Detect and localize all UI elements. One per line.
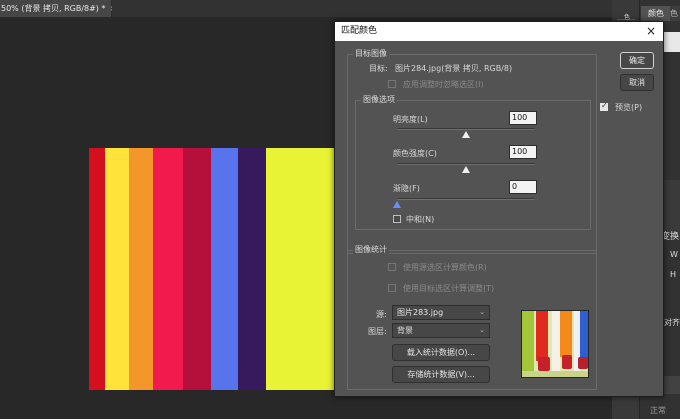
color-stripe bbox=[89, 148, 105, 390]
image-statistics-heading: 图像统计 bbox=[353, 244, 389, 255]
close-icon[interactable]: × bbox=[645, 22, 657, 41]
intensity-label: 颜色强度(C) bbox=[393, 149, 437, 158]
tab-swatches[interactable]: 色 bbox=[670, 6, 680, 21]
image-options-group bbox=[355, 100, 591, 230]
intensity-thumb[interactable] bbox=[462, 166, 470, 173]
layer-select[interactable]: 背景 ⌄ bbox=[392, 323, 490, 338]
intensity-input[interactable]: 100 bbox=[509, 145, 537, 159]
color-stripe bbox=[129, 148, 153, 390]
document-tab-label: 50% (背景 拷贝, RGB/8#) * bbox=[1, 4, 106, 13]
luminance-slider[interactable] bbox=[397, 128, 535, 130]
image-options-heading: 图像选项 bbox=[361, 94, 397, 105]
tab-strip bbox=[112, 0, 612, 17]
load-statistics-button[interactable]: 载入统计数据(O)... bbox=[392, 344, 490, 361]
dialog-title: 匹配颜色 bbox=[335, 22, 663, 41]
ok-button[interactable]: 确定 bbox=[620, 52, 654, 69]
luminance-label: 明亮度(L) bbox=[393, 115, 428, 124]
ignore-selection-label: 应用调整时忽略选区(I) bbox=[403, 80, 484, 89]
chevron-down-icon: ⌄ bbox=[479, 308, 485, 316]
height-label: H bbox=[670, 270, 677, 279]
source-thumbnail bbox=[521, 310, 589, 378]
document-tab[interactable]: 50% (背景 拷贝, RGB/8#) *× bbox=[0, 0, 116, 17]
source-select[interactable]: 图片283.jpg ⌄ bbox=[392, 305, 490, 320]
intensity-slider[interactable] bbox=[397, 163, 535, 165]
match-color-dialog: 匹配颜色 × 目标图像 目标: 图片284.jpg(背景 拷贝, RGB/8) … bbox=[334, 21, 664, 397]
color-stripe bbox=[238, 148, 266, 390]
cancel-button[interactable]: 取消 bbox=[620, 74, 654, 91]
layer-label: 图层: bbox=[368, 327, 387, 336]
fade-input[interactable]: 0 bbox=[509, 180, 537, 194]
source-selection-checkbox[interactable] bbox=[388, 263, 396, 271]
target-image-heading: 目标图像 bbox=[353, 48, 389, 59]
target-value: 图片284.jpg(背景 拷贝, RGB/8) bbox=[395, 64, 513, 73]
ignore-selection-checkbox[interactable] bbox=[388, 80, 396, 88]
fade-slider[interactable] bbox=[397, 198, 535, 200]
preview-label: 预览(P) bbox=[615, 103, 643, 112]
neutralize-label: 中和(N) bbox=[406, 215, 435, 224]
layer-value: 背景 bbox=[397, 326, 413, 335]
panel-icon-label: 色 bbox=[624, 14, 631, 21]
source-value: 图片283.jpg bbox=[397, 308, 444, 317]
target-label: 目标: bbox=[369, 64, 388, 73]
tab-color[interactable]: 颜色 bbox=[641, 6, 671, 21]
blend-mode-label[interactable]: 正常 bbox=[650, 405, 666, 416]
source-label: 源: bbox=[376, 310, 387, 319]
color-stripe bbox=[183, 148, 211, 390]
source-selection-label: 使用源选区计算颜色(R) bbox=[403, 263, 487, 272]
color-stripe bbox=[211, 148, 238, 390]
color-stripe bbox=[105, 148, 129, 390]
save-statistics-button[interactable]: 存储统计数据(V)... bbox=[392, 366, 490, 383]
preview-checkbox[interactable] bbox=[600, 101, 608, 111]
chevron-down-icon: ⌄ bbox=[479, 326, 485, 334]
color-stripe bbox=[153, 148, 183, 390]
target-selection-checkbox[interactable] bbox=[388, 284, 396, 292]
align-label: 对齐并 bbox=[664, 318, 680, 327]
luminance-input[interactable]: 100 bbox=[509, 111, 537, 125]
neutralize-checkbox[interactable] bbox=[393, 215, 401, 223]
color-stripe bbox=[266, 148, 339, 390]
source-thumbnail-art bbox=[522, 311, 588, 377]
fade-thumb[interactable] bbox=[393, 201, 401, 208]
fade-label: 渐隐(F) bbox=[393, 184, 420, 193]
luminance-thumb[interactable] bbox=[462, 131, 470, 138]
width-label: W bbox=[670, 250, 678, 259]
target-selection-label: 使用目标选区计算调整(T) bbox=[403, 284, 495, 293]
